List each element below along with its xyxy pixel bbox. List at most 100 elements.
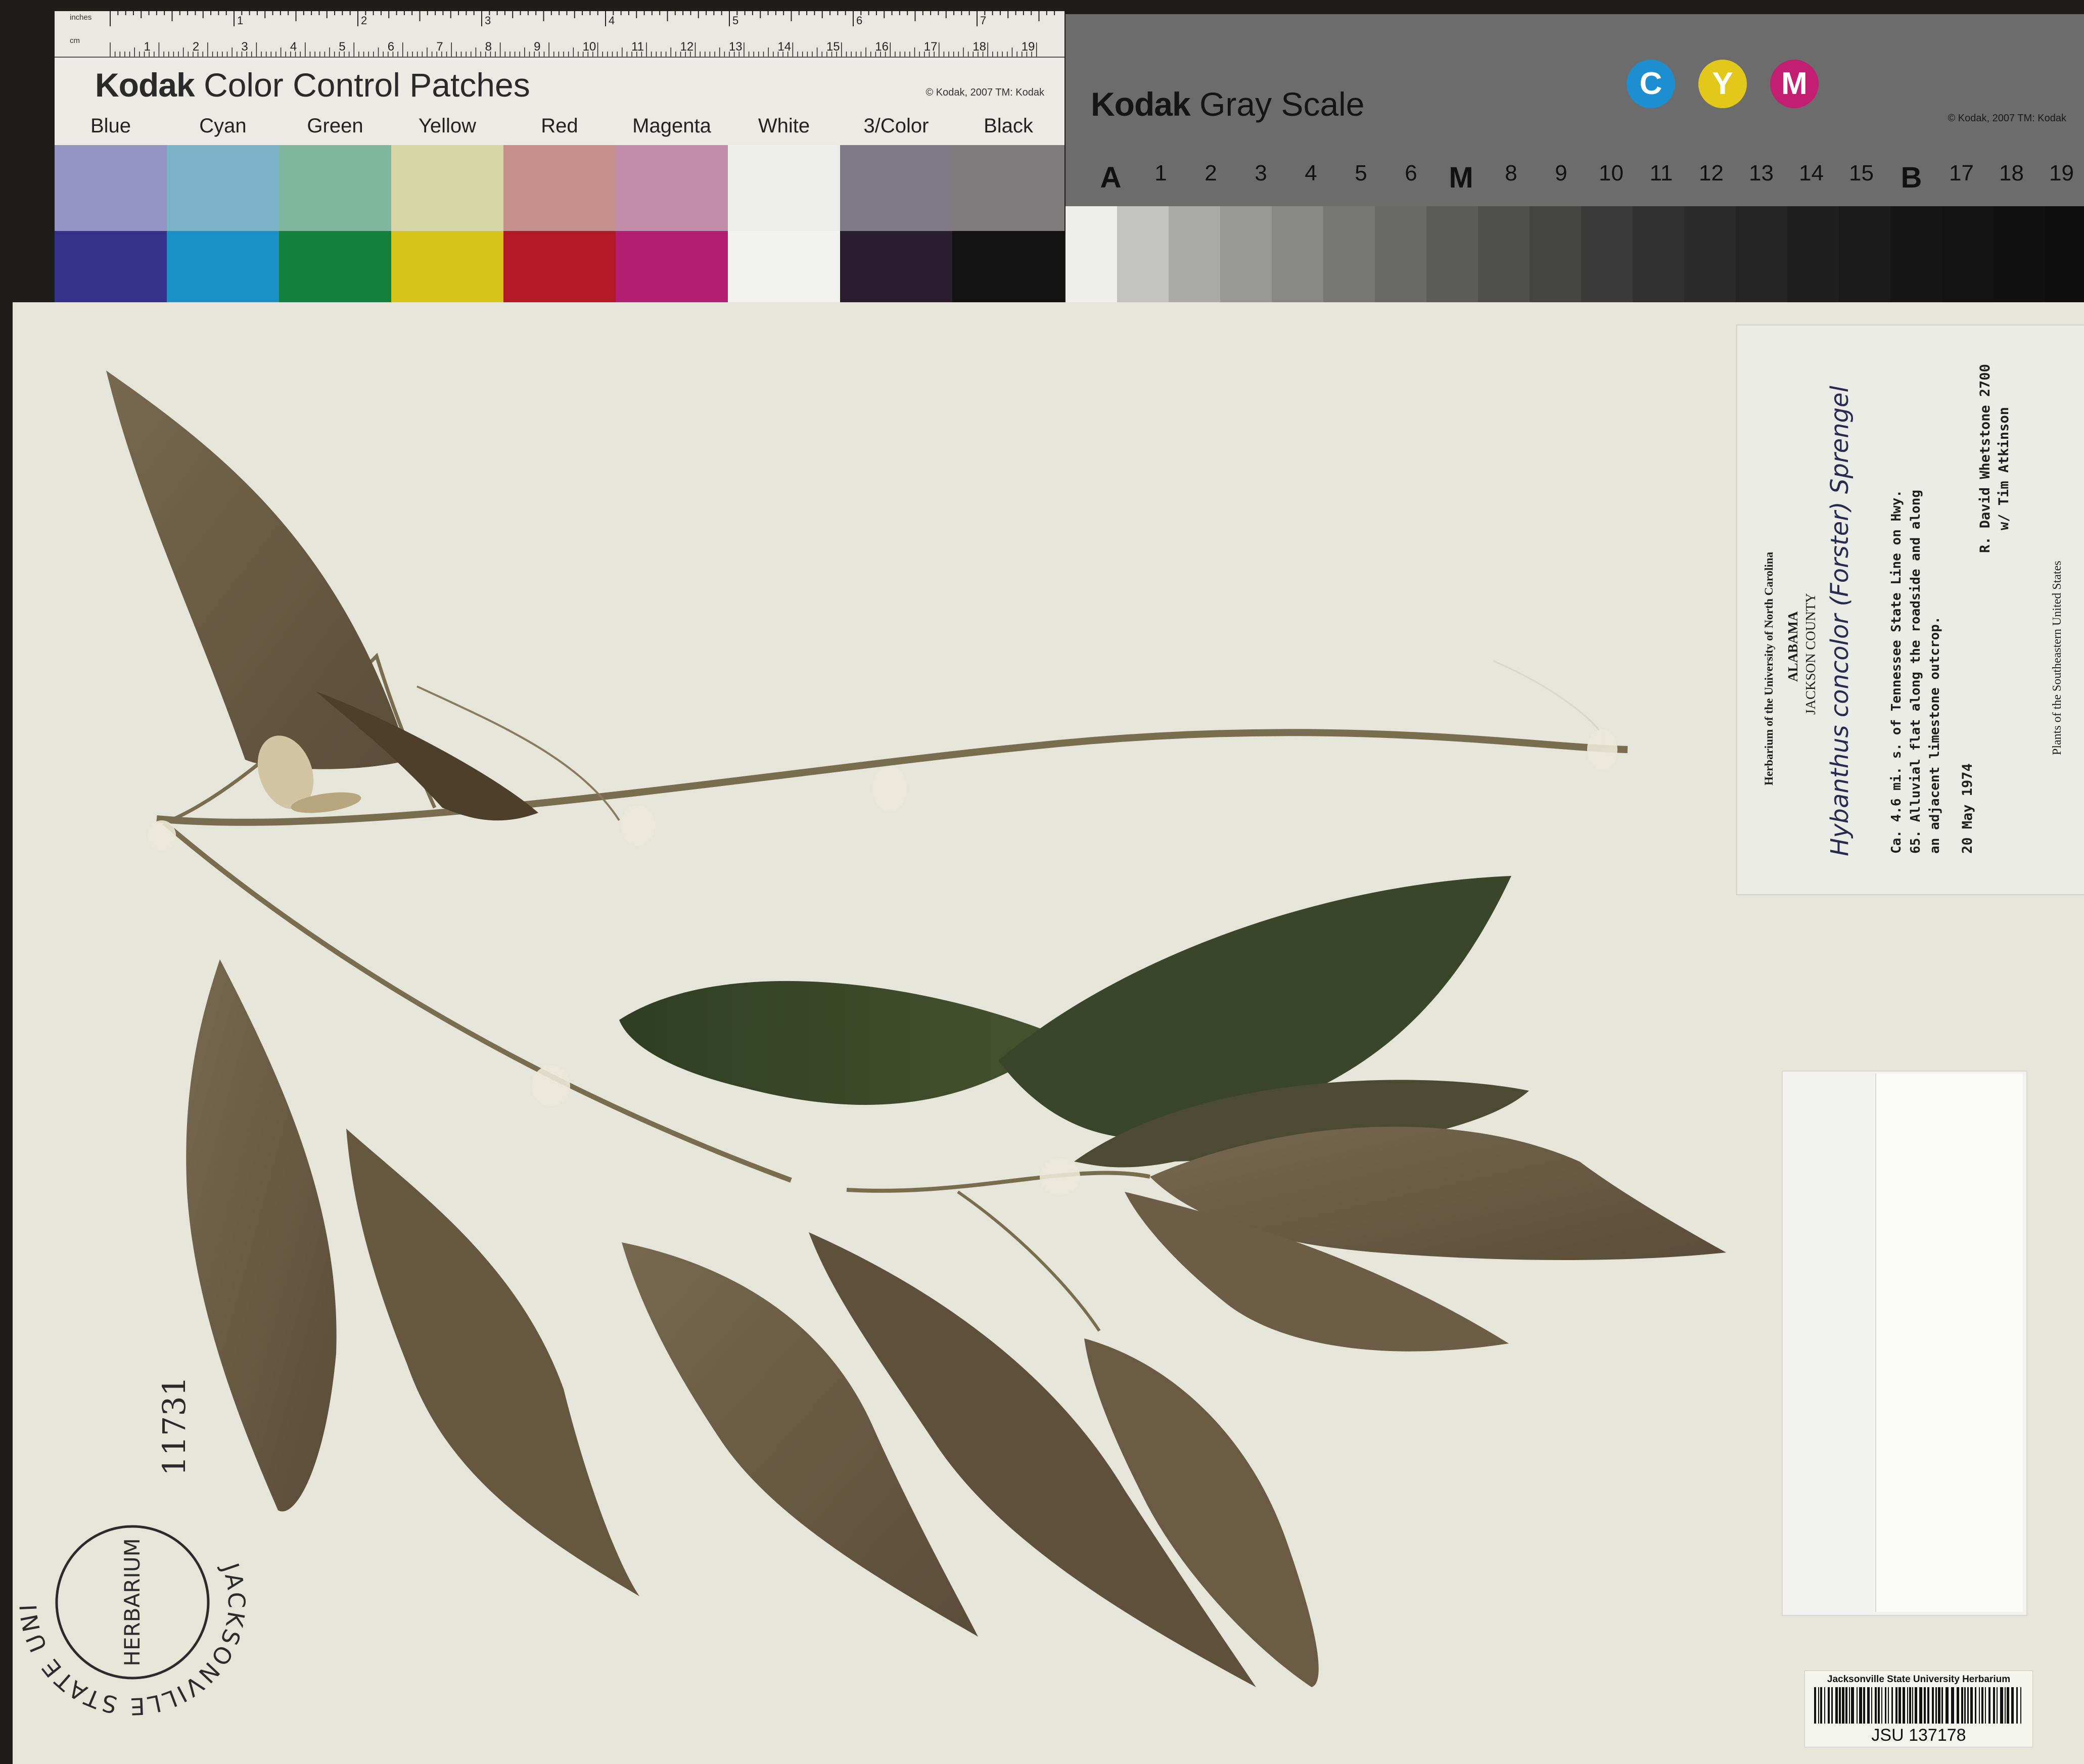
color-patch (503, 145, 616, 231)
ruler-cm-label: 15 (826, 40, 840, 54)
envelope-flap (1875, 1074, 2023, 1612)
label-with: w/ Tim Atkinson (1996, 407, 2012, 530)
label-locality-2: 65. Alluvial flat along the roadside and… (1908, 489, 1923, 854)
ruler-inch-label: 3 (485, 14, 491, 27)
yellow-dot: Y (1698, 60, 1747, 108)
barcode-bar (1985, 1687, 1986, 1724)
patch-label-blue: Blue (90, 115, 131, 137)
barcode-bar (1888, 1687, 1889, 1724)
barcode-bar (1845, 1687, 1847, 1724)
barcode-bar (2011, 1687, 2014, 1724)
label-collector: R. David Whetstone 2700 (1977, 364, 1993, 553)
gray-scale-label: 19 (2049, 161, 2074, 185)
color-patch (503, 231, 616, 307)
barcode-bar (2007, 1687, 2009, 1724)
barcode-bar (1885, 1687, 1886, 1724)
barcode-bar (1935, 1687, 1937, 1724)
patch-label-red: Red (541, 115, 578, 137)
accession-number: 11731 (156, 1376, 193, 1476)
ruler: inches cm 123456781234567891011121314151… (55, 11, 1064, 58)
ruler-inch-label: 1 (237, 14, 243, 27)
color-card-title: Kodak Color Control Patches (95, 66, 530, 104)
color-patch (952, 231, 1064, 307)
barcode-bar (1857, 1687, 1858, 1724)
barcode-number: JSU 137178 (1871, 1726, 1966, 1745)
gray-step (1323, 206, 1375, 303)
branch-stem (846, 1171, 1150, 1193)
color-patch (391, 231, 503, 307)
color-patch (616, 145, 728, 231)
patch-label-yellow: Yellow (418, 115, 477, 137)
barcode-bar (1818, 1687, 1819, 1724)
cyan-dot: C (1627, 60, 1675, 108)
mounting-tape (872, 766, 907, 811)
color-patch (391, 145, 503, 231)
barcode-bar (2016, 1687, 2018, 1724)
barcode (1814, 1687, 2021, 1724)
barcode-bar (1941, 1687, 1943, 1724)
barcode-bar (1849, 1687, 1850, 1724)
barcode-bar (1895, 1687, 1897, 1724)
barcode-bar (1997, 1687, 1998, 1724)
ruler-inch-label: 6 (856, 14, 862, 27)
gray-scale-label: 10 (1599, 161, 1624, 185)
branch-stem-2 (957, 1190, 1101, 1332)
mounting-tape (1040, 1158, 1080, 1195)
barcode-bar (1964, 1687, 1966, 1724)
color-patch (279, 145, 391, 231)
color-patch (167, 145, 279, 231)
magenta-dot: M (1770, 60, 1819, 108)
label-locality-1: Ca. 4.6 mi. s. of Tennessee State Line o… (1889, 489, 1904, 854)
barcode-bar (1867, 1687, 1870, 1724)
label-date: 20 May 1974 (1960, 763, 1975, 854)
gray-scale-label: 12 (1699, 161, 1724, 185)
barcode-bar (1912, 1687, 1913, 1724)
label-county: JACKSON COUNTY (1803, 593, 1818, 715)
barcode-bar (1909, 1687, 1911, 1724)
stamp-center-text: HERBARIUM (120, 1538, 145, 1666)
color-patch (616, 231, 728, 307)
color-patch (840, 145, 952, 231)
gray-scale-label: 18 (1999, 161, 2024, 185)
ruler-cm-label: 9 (534, 40, 540, 54)
barcode-bar (1820, 1687, 1822, 1724)
gray-step (1839, 206, 1890, 303)
barcode-bar (1915, 1687, 1917, 1724)
patches-top-row (55, 145, 1064, 231)
gray-scale-label: 9 (1555, 161, 1567, 185)
barcode-bar (2005, 1687, 2006, 1724)
gray-step (1220, 206, 1272, 303)
barcode-bar (2000, 1687, 2003, 1724)
barcode-bar (1907, 1687, 1908, 1724)
gray-card-title-text: Gray Scale (1199, 85, 1365, 123)
leaf (346, 1129, 639, 1596)
patch-label-white: White (758, 115, 810, 137)
kodak-gray-scale-card: Kodak Gray Scale C Y M © Kodak, 2007 TM:… (1066, 14, 2084, 303)
gray-step (1890, 206, 1942, 303)
ruler-cm-label: 16 (875, 40, 889, 54)
ruler-cm-label: 2 (193, 40, 199, 54)
gray-scale-label: 14 (1799, 161, 1824, 185)
ruler-cm-label: 18 (972, 40, 986, 54)
barcode-bar (1881, 1687, 1882, 1724)
gray-step (1169, 206, 1220, 303)
gray-step (1736, 206, 1787, 303)
gray-scale-label: 17 (1949, 161, 1974, 185)
gray-scale-label: 3 (1255, 161, 1267, 185)
barcode-bar (1975, 1687, 1976, 1724)
label-series: Plants of the Southeastern United States (2051, 561, 2064, 755)
gray-step (1530, 206, 1581, 303)
barcode-bar (1814, 1687, 1816, 1724)
ruler-inch-label: 7 (980, 14, 986, 27)
barcode-bar (1993, 1687, 1995, 1724)
specimen-label: Herbarium of the University of North Car… (1736, 324, 2084, 895)
barcode-bar (1970, 1687, 1973, 1724)
barcode-bar (1831, 1687, 1833, 1724)
gray-scale-label: 8 (1505, 161, 1517, 185)
patch-label-green: Green (307, 115, 363, 137)
mounting-tape (621, 805, 655, 846)
barcode-bar (1835, 1687, 1838, 1724)
label-state: ALABAMA (1785, 611, 1800, 682)
gray-scale-label: 1 (1154, 161, 1167, 185)
leaf (619, 981, 1064, 1105)
